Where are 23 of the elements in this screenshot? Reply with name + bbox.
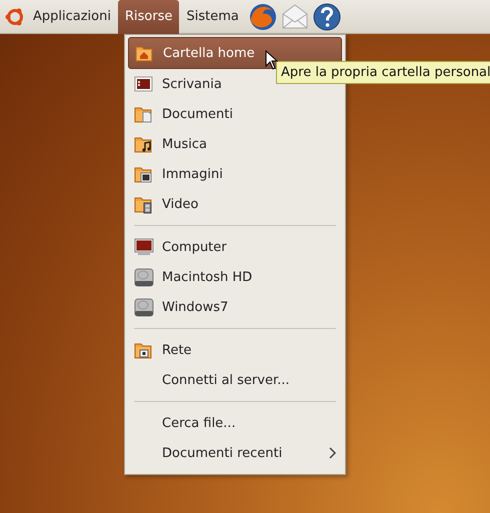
- menu-item[interactable]: Documenti recenti: [128, 438, 342, 468]
- menu-item[interactable]: Rete: [128, 335, 342, 365]
- menu-item[interactable]: Macintosh HD: [128, 262, 342, 292]
- menu-item[interactable]: Musica: [128, 129, 342, 159]
- panel-menu[interactable]: Sistema: [179, 0, 246, 34]
- menu-item[interactable]: Windows7: [128, 292, 342, 322]
- menu-item[interactable]: Cerca file...: [128, 408, 342, 438]
- browser-icon[interactable]: [248, 2, 278, 32]
- menu-item[interactable]: Connetti al server...: [128, 365, 342, 395]
- hard-drive-icon: [134, 297, 154, 317]
- desktop-icon: [134, 74, 154, 94]
- panel-menu[interactable]: Risorse: [118, 0, 180, 34]
- menu-item[interactable]: Computer: [128, 232, 342, 262]
- computer-icon: [134, 237, 154, 257]
- menu-item[interactable]: Documenti: [128, 99, 342, 129]
- tooltip: Apre la propria cartella personal: [276, 61, 490, 84]
- menu-item[interactable]: Video: [128, 189, 342, 219]
- hard-drive-icon: [134, 267, 154, 287]
- panel-menu[interactable]: Applicazioni: [26, 0, 118, 34]
- mouse-pointer-icon: [265, 50, 278, 70]
- help-icon[interactable]: [312, 2, 342, 32]
- logo-icon[interactable]: [4, 6, 26, 28]
- menu-item[interactable]: Immagini: [128, 159, 342, 189]
